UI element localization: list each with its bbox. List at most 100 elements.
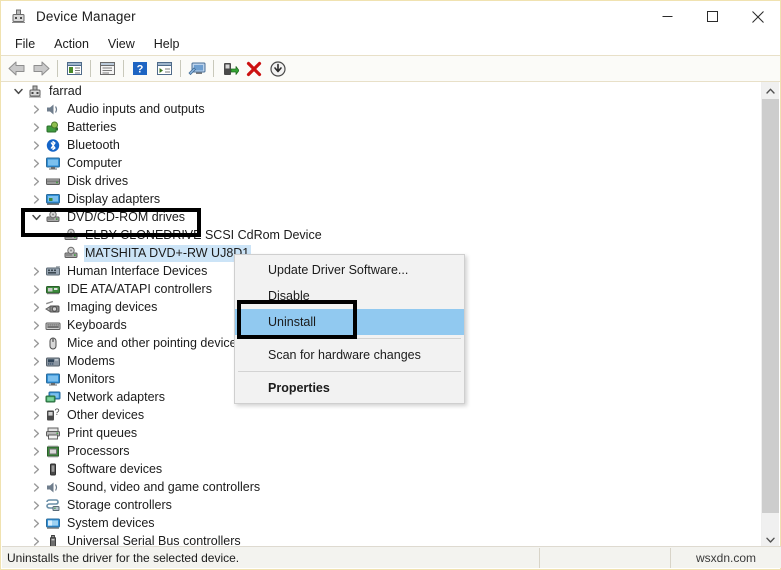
chevron-right-icon[interactable] — [28, 460, 44, 478]
menu-bar: File Action View Help — [1, 32, 780, 55]
mouse-icon — [44, 335, 62, 351]
tree-item[interactable]: Disk drives — [2, 172, 762, 190]
toolbar-separator — [180, 60, 181, 77]
tree-item-label: MATSHITA DVD+-RW UJ8D1 — [84, 244, 252, 262]
scroll-up-button[interactable] — [762, 82, 779, 99]
chevron-right-icon[interactable] — [28, 118, 44, 136]
chevron-right-icon[interactable] — [28, 316, 44, 334]
properties-icon[interactable] — [95, 57, 119, 80]
storage-controller-icon — [44, 497, 62, 513]
tree-item-label: Software devices — [67, 461, 163, 476]
tree-item[interactable]: farrad — [2, 82, 762, 100]
context-menu-item[interactable]: Disable — [235, 283, 464, 309]
toolbar-separator — [90, 60, 91, 77]
tree-item[interactable]: Audio inputs and outputs — [2, 100, 762, 118]
battery-icon — [44, 119, 62, 135]
chevron-right-icon[interactable] — [28, 298, 44, 316]
close-button[interactable] — [735, 1, 780, 32]
tree-item[interactable]: Storage controllers — [2, 496, 762, 514]
chevron-right-icon[interactable] — [28, 514, 44, 532]
svg-text:?: ? — [137, 64, 144, 76]
vertical-scrollbar[interactable] — [761, 82, 779, 548]
menu-item-file[interactable]: File — [6, 34, 45, 54]
context-menu-item[interactable]: Uninstall — [235, 309, 464, 335]
unknown-device-icon: ? — [44, 407, 62, 423]
chevron-right-icon[interactable] — [28, 424, 44, 442]
status-message: Uninstalls the driver for the selected d… — [7, 550, 240, 565]
chevron-right-icon[interactable] — [28, 154, 44, 172]
context-menu-item[interactable]: Scan for hardware changes — [235, 342, 464, 368]
tree-item[interactable]: System devices — [2, 514, 762, 532]
scan-for-hardware-changes-icon[interactable] — [185, 57, 209, 80]
tree-item-label: Bluetooth — [67, 137, 120, 152]
tree-item[interactable]: ? Other devices — [2, 406, 762, 424]
help-icon[interactable]: ? — [128, 57, 152, 80]
computer-node-icon — [26, 83, 44, 99]
chevron-right-icon[interactable] — [28, 262, 44, 280]
back-icon[interactable] — [5, 57, 29, 80]
chevron-down-icon[interactable] — [10, 82, 26, 100]
tree-item-label: Keyboards — [67, 317, 127, 332]
context-menu-item[interactable]: Properties — [235, 375, 464, 401]
tree-item[interactable]: Print queues — [2, 424, 762, 442]
disk-drive-icon — [44, 173, 62, 189]
chevron-right-icon[interactable] — [28, 100, 44, 118]
chevron-right-icon[interactable] — [28, 136, 44, 154]
view-details-icon[interactable] — [152, 57, 176, 80]
chevron-right-icon[interactable] — [28, 478, 44, 496]
tree-item-label: ELBY CLONEDRIVE SCSI CdRom Device — [85, 227, 322, 242]
chevron-right-icon[interactable] — [28, 190, 44, 208]
chevron-right-icon[interactable] — [28, 172, 44, 190]
bluetooth-icon — [44, 137, 62, 153]
tree-item[interactable]: Bluetooth — [2, 136, 762, 154]
chevron-right-icon[interactable] — [28, 406, 44, 424]
menu-item-view[interactable]: View — [99, 34, 145, 54]
maximize-button[interactable] — [690, 1, 735, 32]
tree-item[interactable]: Software devices — [2, 460, 762, 478]
ide-controller-icon — [44, 281, 62, 297]
tree-item[interactable]: ELBY CLONEDRIVE SCSI CdRom Device — [2, 226, 762, 244]
software-device-icon — [44, 461, 62, 477]
tree-item[interactable]: Computer — [2, 154, 762, 172]
scrollbar-thumb[interactable] — [762, 99, 779, 513]
chevron-right-icon[interactable] — [28, 442, 44, 460]
tree-item[interactable]: Display adapters — [2, 190, 762, 208]
show-hide-console-tree-icon[interactable] — [62, 57, 86, 80]
monitor-icon — [44, 155, 62, 171]
chevron-down-icon[interactable] — [28, 208, 44, 226]
tree-item[interactable]: Batteries — [2, 118, 762, 136]
tree-item-label: Print queues — [67, 425, 138, 440]
chevron-right-icon[interactable] — [28, 388, 44, 406]
minimize-button[interactable] — [645, 1, 690, 32]
forward-icon[interactable] — [29, 57, 53, 80]
tree-leaf-spacer — [46, 244, 62, 262]
chevron-right-icon[interactable] — [28, 352, 44, 370]
disable-device-icon[interactable] — [266, 57, 290, 80]
menu-item-action[interactable]: Action — [45, 34, 99, 54]
system-device-icon — [44, 515, 62, 531]
chevron-right-icon[interactable] — [28, 280, 44, 298]
tree-item-label: System devices — [67, 515, 155, 530]
menu-item-help[interactable]: Help — [145, 34, 190, 54]
device-manager-icon — [10, 8, 27, 25]
network-adapter-icon — [44, 389, 62, 405]
device-manager-window: Device Manager File Action View Help ? f… — [0, 0, 781, 570]
context-menu-separator — [238, 371, 461, 372]
tree-item[interactable]: Sound, video and game controllers — [2, 478, 762, 496]
processor-icon — [44, 443, 62, 459]
chevron-right-icon[interactable] — [28, 334, 44, 352]
chevron-right-icon[interactable] — [28, 370, 44, 388]
tree-item-label: DVD/CD-ROM drives — [67, 209, 186, 224]
update-driver-icon[interactable] — [218, 57, 242, 80]
tree-item-label: Monitors — [67, 371, 115, 386]
display-adapter-icon — [44, 191, 62, 207]
uninstall-device-icon[interactable] — [242, 57, 266, 80]
toolbar: ? — [1, 55, 780, 82]
tree-item[interactable]: DVD/CD-ROM drives — [2, 208, 762, 226]
tree-item-label: farrad — [49, 83, 82, 98]
context-menu-item[interactable]: Update Driver Software... — [235, 257, 464, 283]
tree-item-label: Display adapters — [67, 191, 161, 206]
tree-item[interactable]: Processors — [2, 442, 762, 460]
chevron-right-icon[interactable] — [28, 496, 44, 514]
context-menu[interactable]: Update Driver Software... Disable Uninstal… — [234, 254, 465, 404]
